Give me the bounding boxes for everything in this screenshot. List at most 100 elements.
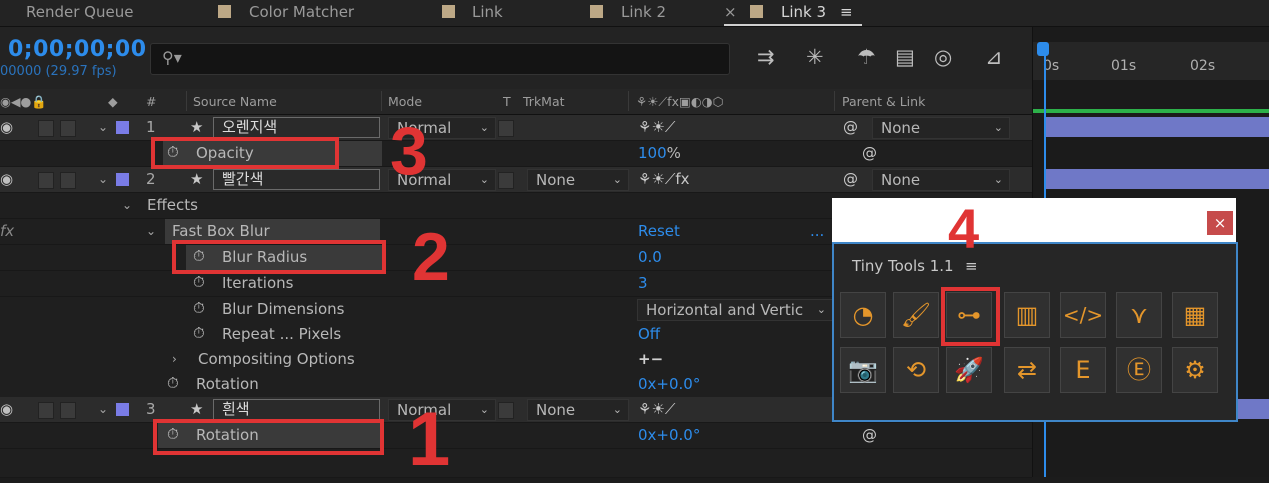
tab-render-queue[interactable]: Render Queue [26,3,133,21]
label-color-swatch[interactable] [116,121,129,134]
switch-box[interactable] [38,402,54,419]
expression-e-icon[interactable]: E [1060,347,1106,393]
t-header[interactable]: T [503,94,511,109]
expand-chevron-icon[interactable]: ⌄ [98,172,108,186]
expand-chevron-icon[interactable]: ⌄ [98,402,108,416]
eye-icon[interactable]: ◉ [0,170,13,188]
rocket-icon[interactable]: 🚀 [946,347,992,393]
tab-close-icon[interactable]: × [724,3,737,21]
parent-value: None [881,171,921,189]
graph-editor-icon[interactable]: ⊿ [985,45,1003,69]
label-color-swatch[interactable] [116,403,129,416]
reset-link[interactable]: Reset [638,222,680,240]
frame-blending-icon[interactable]: ▤ [895,45,915,69]
work-area-bar[interactable] [1033,109,1269,113]
gear-icon[interactable]: ⚙ [1172,347,1218,393]
layer-duration-bar[interactable] [1046,169,1269,189]
property-value[interactable]: 0x+0.0° [638,426,700,444]
layer-name[interactable]: 오렌지색 [213,117,380,138]
tab-link[interactable]: Link [472,3,503,21]
shy-layers-icon[interactable]: ☂ [857,45,876,69]
source-name-header[interactable]: Source Name [193,94,277,109]
expand-chevron-icon[interactable]: › [172,352,177,366]
flowchart-icon[interactable]: ⇉ [757,45,775,69]
layer-name[interactable]: 빨간색 [213,169,380,190]
opacity-number[interactable]: 100 [638,144,667,162]
effect-options-link[interactable]: ... [810,222,824,240]
time-ruler[interactable] [1033,42,1269,80]
code-icon[interactable]: </> [1060,292,1106,338]
trkmat-dropdown[interactable]: None ⌄ [527,169,629,191]
history-icon[interactable]: ⟲ [893,347,939,393]
expand-chevron-icon[interactable]: ⌄ [146,224,156,238]
layer-switches-icon[interactable]: ⚘☀⟋ [638,400,675,418]
draft-3d-icon[interactable]: ✳ [806,45,824,69]
switch-box[interactable] [60,172,76,189]
playhead-handle[interactable] [1037,42,1049,56]
trkmat-value: None [536,171,576,189]
parent-link-header[interactable]: Parent & Link [842,94,925,109]
stopwatch-icon[interactable]: ⏱ [193,299,205,317]
add-remove-mask-buttons[interactable]: +− [638,350,663,368]
property-value[interactable]: Off [638,325,660,343]
chevron-down-icon: ⌄ [479,403,489,416]
tab-color-matcher[interactable]: Color Matcher [249,3,354,21]
layer-number: 1 [146,118,156,136]
preserve-transparency-box[interactable] [498,402,514,419]
layer-name[interactable]: 흰색 [213,399,380,420]
opacity-value[interactable]: 100% [638,144,681,162]
merge-arrow-icon[interactable]: ⋎ [1116,292,1162,338]
search-icon[interactable]: ⚲▾ [162,48,182,67]
tab-link-3[interactable]: Link 3 [781,3,826,21]
search-input[interactable] [150,43,730,75]
eyedropper-icon[interactable]: ◔ [840,292,886,338]
property-value[interactable]: 0x+0.0° [638,375,700,393]
tab-link-2[interactable]: Link 2 [621,3,666,21]
preserve-transparency-box[interactable] [498,172,514,189]
tiny-tools-titlebar[interactable] [832,198,1236,242]
mode-header[interactable]: Mode [388,94,422,109]
label-color-swatch[interactable] [116,173,129,186]
stopwatch-icon[interactable]: ⏱ [193,273,205,291]
pick-whip-icon[interactable]: @ [862,144,877,162]
switch-box[interactable] [38,120,54,137]
switch-box[interactable] [60,402,76,419]
calculator-icon[interactable]: ▦ [1172,292,1218,338]
blur-dimensions-dropdown[interactable]: Horizontal and Vertic ⌄ [637,299,833,321]
eye-icon[interactable]: ◉ [0,118,13,136]
layer-row[interactable]: ◉ ⌄ 2 ★ 빨간색 Normal ⌄ None ⌄ ⚘☀⟋fx @ None ⌄ [0,167,1032,193]
switch-box[interactable] [38,172,54,189]
trkmat-dropdown[interactable]: None ⌄ [527,399,629,421]
swap-n-icon[interactable]: ⇄ [1004,347,1050,393]
motion-blur-icon[interactable]: ◎ [934,45,952,69]
layer-switches-icon[interactable]: ⚘☀⟋fx [638,170,690,188]
search-e-icon[interactable]: Ⓔ [1116,347,1162,393]
property-value[interactable]: 0.0 [638,248,662,266]
trkmat-header[interactable]: TrkMat [523,94,565,109]
pick-whip-icon[interactable]: @ [862,426,877,444]
fx-icon: fx [0,222,15,240]
switch-box[interactable] [60,120,76,137]
timecode-display[interactable]: 0;00;00;00 [8,37,147,62]
stopwatch-icon[interactable]: ⏱ [193,324,205,342]
close-icon[interactable]: × [1207,211,1233,235]
expand-chevron-icon[interactable]: ⌄ [122,198,132,212]
film-strip-icon[interactable]: ▥ [1004,292,1050,338]
stopwatch-icon[interactable]: ⏱ [167,374,179,392]
parent-dropdown[interactable]: None ⌄ [872,117,1010,139]
property-value[interactable]: 3 [638,274,648,292]
eye-icon[interactable]: ◉ [0,400,13,418]
pick-whip-icon[interactable]: @ [843,118,858,136]
camera-icon[interactable]: 📷 [840,347,886,393]
tab-menu-icon[interactable]: ≡ [840,3,853,21]
property-name: Blur Dimensions [222,300,345,318]
layer-duration-bar[interactable] [1046,117,1269,137]
pick-whip-icon[interactable]: @ [843,170,858,188]
preserve-transparency-box[interactable] [498,120,514,137]
broom-icon[interactable]: 🖌 [893,292,939,338]
parent-dropdown[interactable]: None ⌄ [872,169,1010,191]
chevron-down-icon: ⌄ [479,173,489,186]
chevron-down-icon: ⌄ [993,121,1003,134]
layer-switches-icon[interactable]: ⚘☀⟋ [638,118,675,136]
expand-chevron-icon[interactable]: ⌄ [98,120,108,134]
